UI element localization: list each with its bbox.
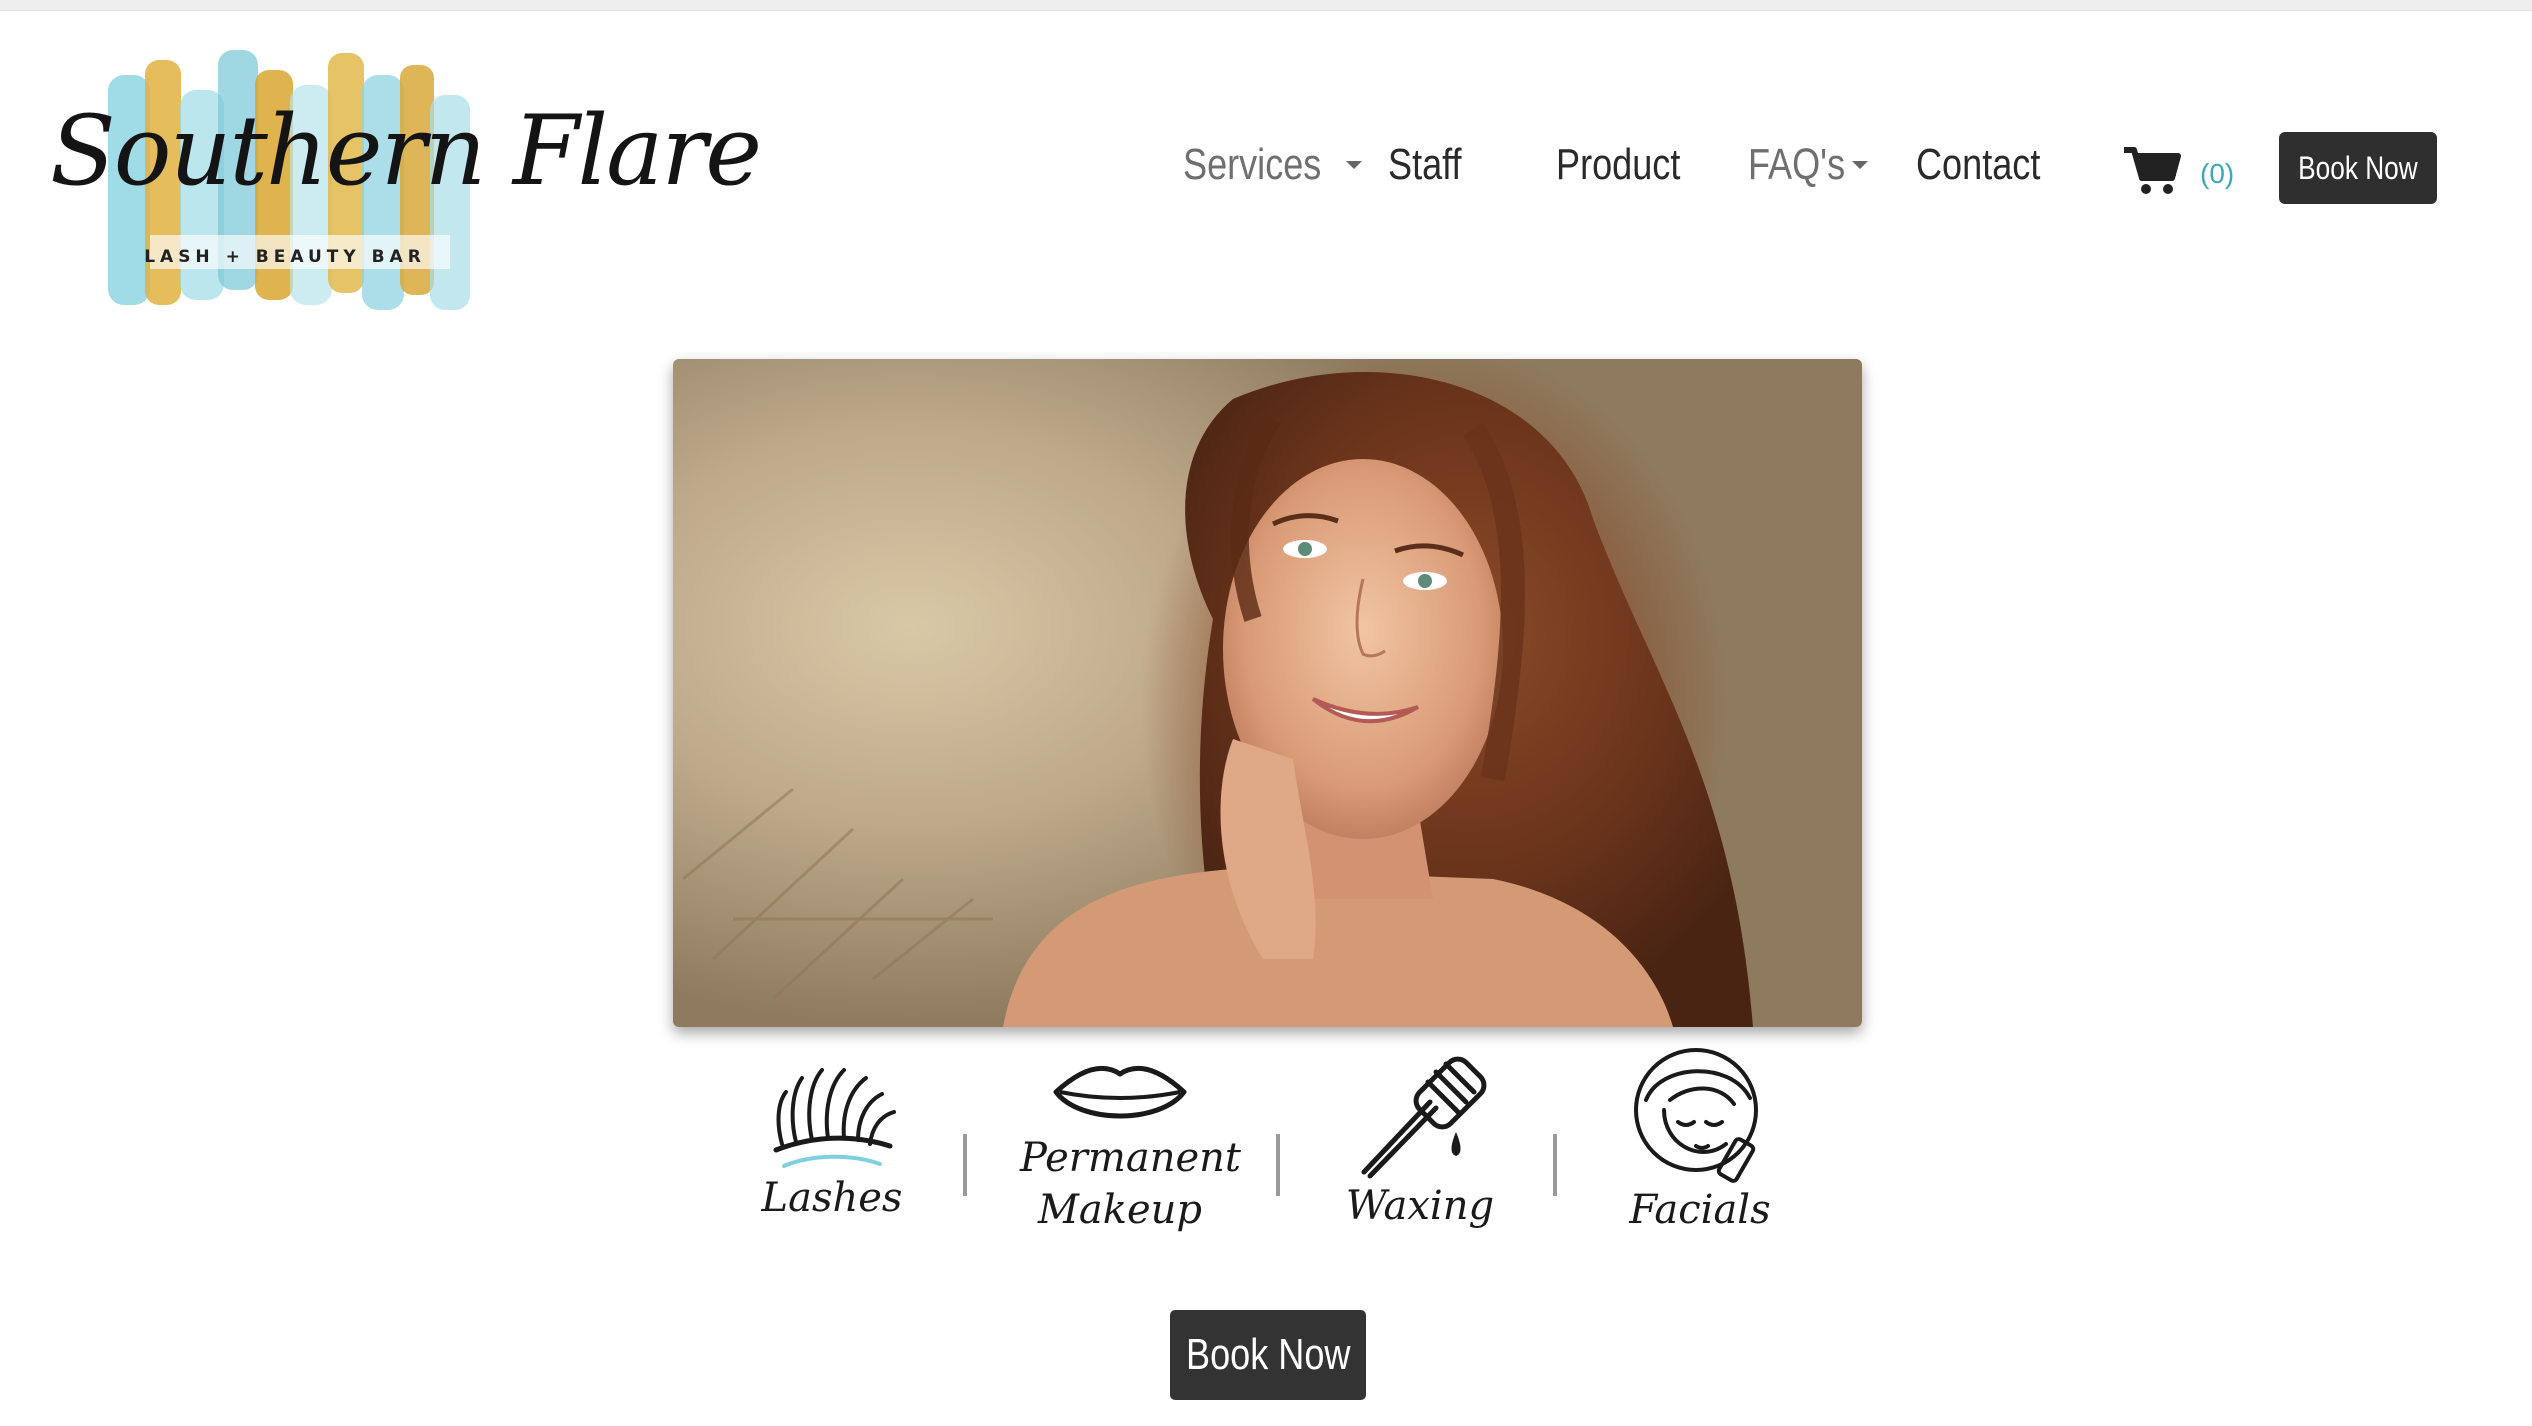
nav-product[interactable]: Product xyxy=(1556,130,1708,200)
nav-faqs[interactable]: FAQ's xyxy=(1748,130,1869,200)
nav-services-label: Services xyxy=(1183,140,1322,189)
cart-count[interactable]: (0) xyxy=(2200,158,2234,190)
service-waxing-label: Waxing xyxy=(1345,1183,1495,1229)
nav-contact-label: Contact xyxy=(1916,140,2041,189)
browser-top-strip xyxy=(0,0,2532,11)
logo-tagline: LASH + BEAUTY BAR xyxy=(144,247,426,267)
hero-illustration xyxy=(682,372,1753,1027)
lips-icon xyxy=(1053,1065,1187,1119)
nav-faqs-label: FAQ's xyxy=(1748,140,1846,189)
nav-staff[interactable]: Staff xyxy=(1388,130,1478,200)
service-divider xyxy=(963,1134,967,1196)
service-divider xyxy=(1553,1134,1557,1196)
nav-product-label: Product xyxy=(1556,140,1681,189)
service-lashes[interactable]: Lashes xyxy=(752,1062,912,1224)
header-book-now-label: Book Now xyxy=(2298,149,2418,186)
eyelash-icon xyxy=(773,1068,896,1168)
logo-wordmark: Southern Flare xyxy=(50,95,762,207)
header-book-now-button[interactable]: Book Now xyxy=(2279,132,2437,204)
service-permanent-makeup-label: Permanent Makeup xyxy=(1020,1135,1241,1233)
book-now-button[interactable]: Book Now xyxy=(1170,1310,1366,1400)
service-lashes-label: Lashes xyxy=(761,1175,903,1221)
face-towel-icon xyxy=(1634,1048,1758,1183)
nav-staff-label: Staff xyxy=(1388,140,1462,189)
brand-logo[interactable]: Southern Flare LASH + BEAUTY BAR xyxy=(50,35,762,325)
service-permanent-makeup[interactable]: Permanent Makeup xyxy=(1020,1052,1241,1236)
service-divider xyxy=(1276,1134,1280,1196)
nav-services[interactable]: Services xyxy=(1183,130,1362,200)
honey-dipper-icon xyxy=(1361,1056,1487,1179)
service-facials-label: Facials xyxy=(1629,1187,1771,1233)
service-facials[interactable]: Facials xyxy=(1610,1044,1790,1236)
shopping-cart-icon[interactable] xyxy=(2122,140,2182,200)
book-now-label: Book Now xyxy=(1185,1330,1351,1379)
nav-contact[interactable]: Contact xyxy=(1916,130,2068,200)
chevron-down-icon xyxy=(1852,161,1869,169)
service-waxing[interactable]: Waxing xyxy=(1330,1050,1510,1232)
hero-photo xyxy=(673,359,1862,1027)
chevron-down-icon xyxy=(1345,161,1362,169)
